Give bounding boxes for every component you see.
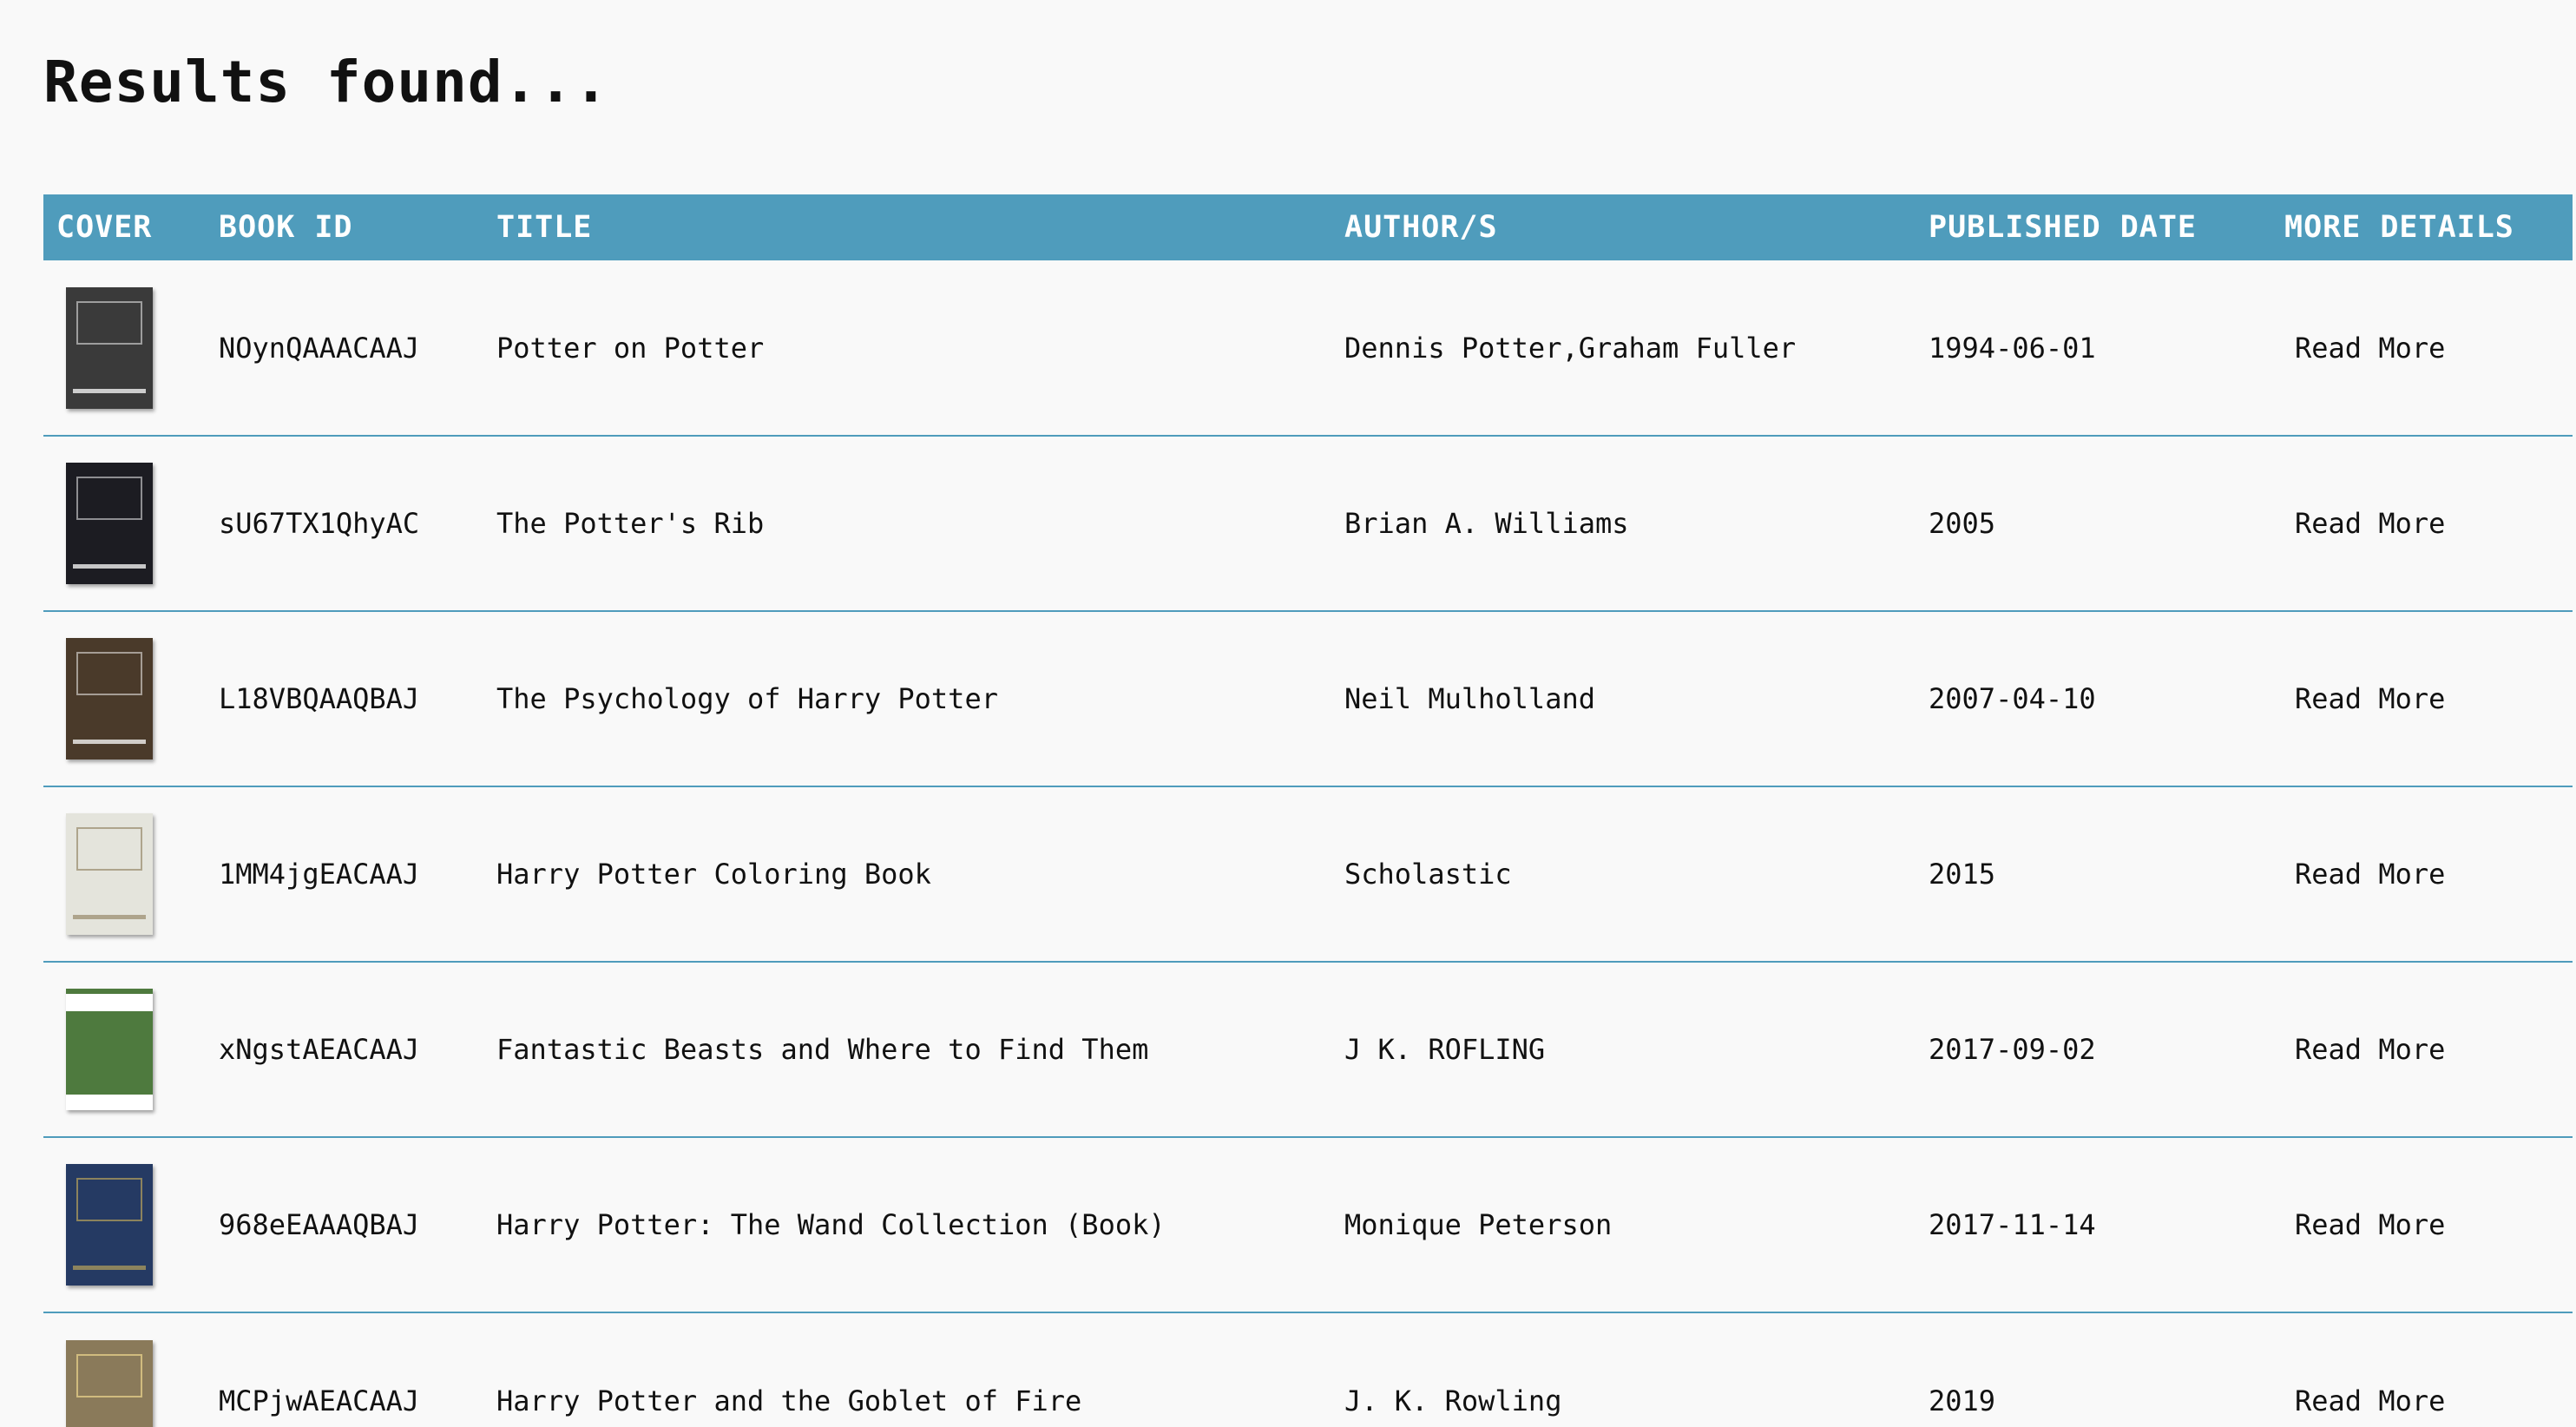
book-authors: J. K. Rowling: [1344, 1384, 1562, 1417]
read-more-link[interactable]: Read More: [2284, 682, 2445, 715]
column-header-authors: AUTHOR/S: [1344, 210, 1498, 245]
more-details-cell: Read More: [2271, 786, 2573, 962]
book-id: L18VBQAAQBAJ: [219, 682, 420, 715]
book-title: Harry Potter and the Goblet of Fire: [496, 1384, 1082, 1417]
book-id: 968eEAAAQBAJ: [219, 1208, 420, 1241]
cover-cell: [43, 260, 206, 436]
book-title: Fantastic Beasts and Where to Find Them: [496, 1033, 1149, 1066]
cover-cell: [43, 962, 206, 1137]
table-row: 1MM4jgEACAAJ Harry Potter Coloring Book …: [43, 786, 2573, 962]
page-title: Results found...: [43, 49, 609, 115]
book-title: Harry Potter: The Wand Collection (Book): [496, 1208, 1166, 1241]
more-details-cell: Read More: [2271, 260, 2573, 436]
book-published-date: 2017-09-02: [1929, 1033, 2096, 1066]
book-cover-image[interactable]: [66, 638, 153, 760]
book-title: Harry Potter Coloring Book: [496, 858, 931, 891]
read-more-link[interactable]: Read More: [2284, 507, 2445, 540]
column-header-title: TITLE: [496, 210, 593, 245]
cover-cell: [43, 786, 206, 962]
cover-cell: [43, 436, 206, 611]
table-row: MCPjwAEACAAJ Harry Potter and the Goblet…: [43, 1312, 2573, 1427]
book-title: The Psychology of Harry Potter: [496, 682, 998, 715]
table-row: 968eEAAAQBAJ Harry Potter: The Wand Coll…: [43, 1137, 2573, 1312]
book-id: NOynQAAACAAJ: [219, 331, 420, 365]
book-authors: Brian A. Williams: [1344, 507, 1629, 540]
book-published-date: 2015: [1929, 858, 1996, 891]
book-published-date: 1994-06-01: [1929, 331, 2096, 365]
more-details-cell: Read More: [2271, 1312, 2573, 1427]
cover-cell: [43, 611, 206, 786]
cover-cell: [43, 1137, 206, 1312]
book-id: xNgstAEACAAJ: [219, 1033, 420, 1066]
results-table: COVER BOOK ID TITLE AUTHOR/S PUBLISHED D…: [43, 194, 2573, 1427]
read-more-link[interactable]: Read More: [2284, 1033, 2445, 1066]
more-details-cell: Read More: [2271, 1137, 2573, 1312]
table-body: NOynQAAACAAJ Potter on Potter Dennis Pot…: [43, 260, 2573, 1427]
book-cover-image[interactable]: [66, 286, 153, 409]
read-more-link[interactable]: Read More: [2284, 1384, 2445, 1417]
book-published-date: 2019: [1929, 1384, 1996, 1417]
cover-cell: [43, 1312, 206, 1427]
book-id: MCPjwAEACAAJ: [219, 1384, 420, 1417]
book-cover-image[interactable]: [66, 1339, 153, 1427]
more-details-cell: Read More: [2271, 962, 2573, 1137]
book-title: The Potter's Rib: [496, 507, 765, 540]
book-cover-image[interactable]: [66, 813, 153, 935]
book-title: Potter on Potter: [496, 331, 765, 365]
book-authors: J K. ROFLING: [1344, 1033, 1546, 1066]
column-header-more-details: MORE DETAILS: [2284, 210, 2514, 245]
book-published-date: 2007-04-10: [1929, 682, 2096, 715]
book-cover-image[interactable]: [66, 989, 153, 1110]
table-header: COVER BOOK ID TITLE AUTHOR/S PUBLISHED D…: [43, 194, 2573, 260]
table-row: xNgstAEACAAJ Fantastic Beasts and Where …: [43, 962, 2573, 1137]
book-id: sU67TX1QhyAC: [219, 507, 420, 540]
book-authors: Scholastic: [1344, 858, 1512, 891]
read-more-link[interactable]: Read More: [2284, 1208, 2445, 1241]
read-more-link[interactable]: Read More: [2284, 332, 2445, 365]
more-details-cell: Read More: [2271, 436, 2573, 611]
column-header-cover: COVER: [56, 210, 153, 245]
book-authors: Monique Peterson: [1344, 1208, 1613, 1241]
column-header-published-date: PUBLISHED DATE: [1929, 210, 2198, 245]
header-row: COVER BOOK ID TITLE AUTHOR/S PUBLISHED D…: [43, 194, 2573, 260]
table-row: L18VBQAAQBAJ The Psychology of Harry Pot…: [43, 611, 2573, 786]
book-published-date: 2017-11-14: [1929, 1208, 2096, 1241]
book-authors: Dennis Potter,Graham Fuller: [1344, 331, 1797, 365]
book-cover-image[interactable]: [66, 463, 153, 584]
book-authors: Neil Mulholland: [1344, 682, 1595, 715]
more-details-cell: Read More: [2271, 611, 2573, 786]
book-cover-image[interactable]: [66, 1164, 153, 1286]
column-header-book-id: BOOK ID: [219, 210, 353, 245]
book-id: 1MM4jgEACAAJ: [219, 858, 420, 891]
table-row: NOynQAAACAAJ Potter on Potter Dennis Pot…: [43, 260, 2573, 436]
book-published-date: 2005: [1929, 507, 1996, 540]
results-page: Results found... COVER BOOK ID TITLE AUT…: [0, 0, 2576, 1427]
table-row: sU67TX1QhyAC The Potter's Rib Brian A. W…: [43, 436, 2573, 611]
read-more-link[interactable]: Read More: [2284, 858, 2445, 891]
